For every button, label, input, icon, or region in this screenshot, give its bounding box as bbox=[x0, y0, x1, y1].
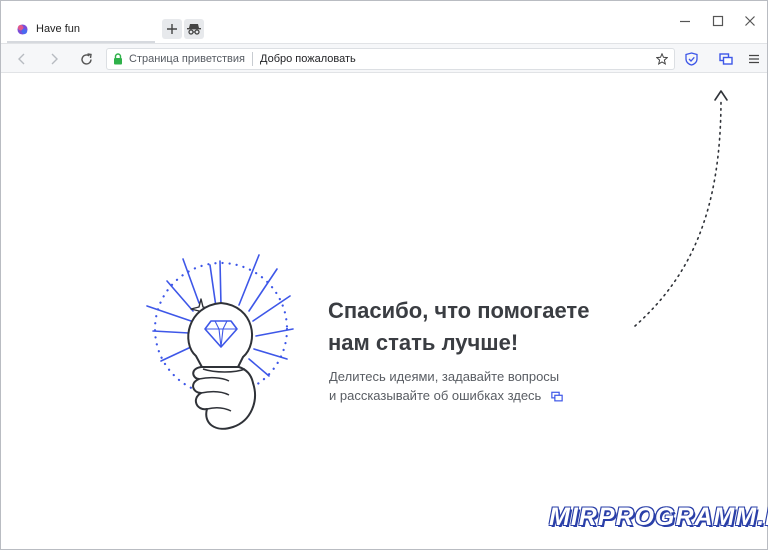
headline-line-2: нам стать лучше! bbox=[328, 330, 519, 355]
protect-button[interactable] bbox=[682, 50, 700, 68]
menu-button[interactable] bbox=[745, 50, 763, 68]
star-icon[interactable] bbox=[656, 53, 668, 65]
reload-button[interactable] bbox=[75, 48, 97, 70]
minimize-icon bbox=[680, 20, 690, 23]
plus-icon bbox=[167, 24, 177, 34]
dotted-pointer-arrow bbox=[634, 90, 728, 327]
welcome-headline: Спасибо, что помогаете нам стать лучше! bbox=[328, 295, 638, 359]
maximize-button[interactable] bbox=[710, 13, 726, 29]
navigation-toolbar: Страница приветствия Добро пожаловать bbox=[1, 43, 767, 73]
address-divider bbox=[252, 52, 253, 66]
feedback-button[interactable] bbox=[717, 50, 735, 68]
back-arrow-icon bbox=[18, 53, 25, 65]
hamburger-menu-icon bbox=[749, 54, 759, 64]
headline-line-1: Спасибо, что помогаете bbox=[328, 298, 590, 323]
watermark: MIRPROGRAMM.RU bbox=[549, 503, 768, 531]
tab-have-fun[interactable]: Have fun bbox=[7, 15, 155, 44]
subtext-line-2-text: и рассказывайте об ошибках здесь bbox=[329, 388, 542, 403]
forward-arrow-icon bbox=[51, 53, 58, 65]
close-icon bbox=[745, 16, 755, 26]
minimize-button[interactable] bbox=[677, 13, 693, 29]
forward-button[interactable] bbox=[43, 48, 65, 70]
incognito-icon bbox=[187, 24, 201, 35]
browser-window: Have fun Страница приветствия Добро пожа… bbox=[0, 0, 768, 550]
new-tab-button[interactable] bbox=[162, 19, 182, 39]
tab-favicon-icon bbox=[17, 23, 28, 35]
maximize-icon bbox=[712, 15, 724, 27]
address-page-title: Добро пожаловать bbox=[260, 53, 356, 65]
subtext-line-1: Делитесь идеями, задавайте вопросы bbox=[329, 369, 560, 384]
welcome-page: Спасибо, что помогаете нам стать лучше! … bbox=[1, 73, 768, 549]
title-bar: Have fun bbox=[1, 1, 767, 44]
lightbulb-illustration bbox=[146, 254, 294, 430]
address-bar[interactable]: Страница приветствия Добро пожаловать bbox=[106, 48, 675, 70]
close-button[interactable] bbox=[742, 13, 758, 29]
shield-icon bbox=[684, 52, 698, 66]
feedback-icon bbox=[719, 52, 733, 65]
reload-icon bbox=[80, 52, 92, 65]
tab-title: Have fun bbox=[36, 23, 81, 35]
incognito-button[interactable] bbox=[184, 19, 204, 39]
subtext-line-2[interactable]: и рассказывайте об ошибках здесь bbox=[329, 386, 629, 405]
feedback-icon[interactable] bbox=[551, 391, 563, 403]
address-site-label: Страница приветствия bbox=[129, 53, 245, 65]
welcome-subtext: Делитесь идеями, задавайте вопросы и рас… bbox=[329, 367, 629, 405]
back-button[interactable] bbox=[11, 48, 33, 70]
lock-icon bbox=[114, 53, 122, 65]
